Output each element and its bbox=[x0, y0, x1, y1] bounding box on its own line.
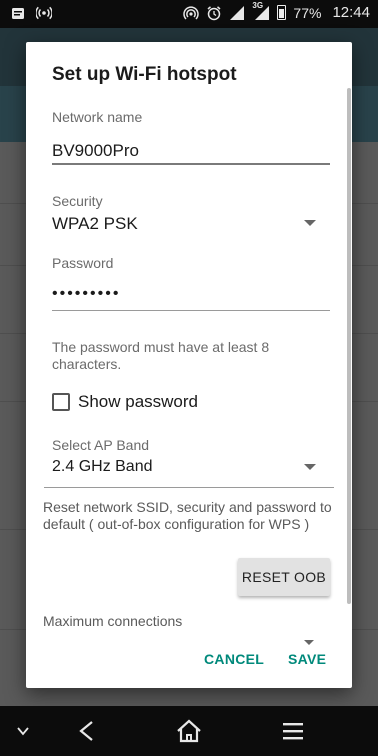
battery-level: 77% bbox=[293, 4, 322, 21]
navigation-bar bbox=[0, 706, 378, 756]
signal-3g-icon: 3G bbox=[252, 1, 270, 21]
wifi-tethering-icon bbox=[183, 5, 200, 20]
home-icon[interactable] bbox=[174, 716, 204, 746]
security-dropdown[interactable]: WPA2 PSK bbox=[52, 214, 330, 238]
dialog-title: Set up Wi-Fi hotspot bbox=[52, 64, 237, 85]
save-button[interactable]: SAVE bbox=[288, 651, 326, 667]
status-bar: 3G 77% 12:44 bbox=[0, 0, 378, 28]
chevron-down-icon[interactable] bbox=[304, 220, 316, 226]
reset-oob-button[interactable]: RESET OOB bbox=[238, 558, 330, 596]
network-name-label: Network name bbox=[52, 109, 143, 125]
recents-icon[interactable] bbox=[278, 716, 308, 746]
ap-band-divider bbox=[44, 487, 334, 488]
show-password-checkbox[interactable] bbox=[52, 393, 70, 411]
reset-oob-description: Reset network SSID, security and passwor… bbox=[43, 499, 332, 532]
ap-band-label: Select AP Band bbox=[52, 437, 150, 453]
dialog-scrollbar[interactable] bbox=[347, 88, 351, 604]
ap-band-selected-value: 2.4 GHz Band bbox=[52, 458, 153, 475]
security-label: Security bbox=[52, 193, 103, 209]
wifi-hotspot-setup-dialog: Set up Wi-Fi hotspot Network name BV9000… bbox=[26, 42, 352, 688]
battery-icon bbox=[277, 5, 287, 20]
notification-app-icon bbox=[12, 8, 24, 19]
network-type-label: 3G bbox=[252, 0, 264, 10]
chevron-down-icon[interactable] bbox=[8, 716, 38, 746]
hotspot-broadcast-icon bbox=[36, 6, 52, 20]
password-underline bbox=[52, 310, 330, 311]
max-connections-label: Maximum connections bbox=[43, 613, 183, 629]
back-icon[interactable] bbox=[72, 716, 102, 746]
network-name-input[interactable]: BV9000Pro bbox=[52, 141, 139, 161]
password-input[interactable]: ••••••••• bbox=[52, 285, 120, 303]
max-connections-dropdown-icon[interactable] bbox=[304, 640, 314, 645]
chevron-down-icon[interactable] bbox=[304, 464, 316, 470]
cancel-button[interactable]: CANCEL bbox=[204, 651, 264, 667]
password-hint: The password must have at least 8 charac… bbox=[52, 339, 270, 372]
ap-band-dropdown[interactable]: 2.4 GHz Band bbox=[52, 458, 330, 482]
password-label: Password bbox=[52, 255, 114, 271]
alarm-icon bbox=[207, 5, 221, 20]
show-password-label[interactable]: Show password bbox=[78, 392, 198, 412]
security-selected-value: WPA2 PSK bbox=[52, 214, 138, 233]
clock: 12:44 bbox=[332, 4, 370, 21]
signal-icon bbox=[230, 5, 245, 20]
network-name-underline bbox=[52, 163, 330, 165]
